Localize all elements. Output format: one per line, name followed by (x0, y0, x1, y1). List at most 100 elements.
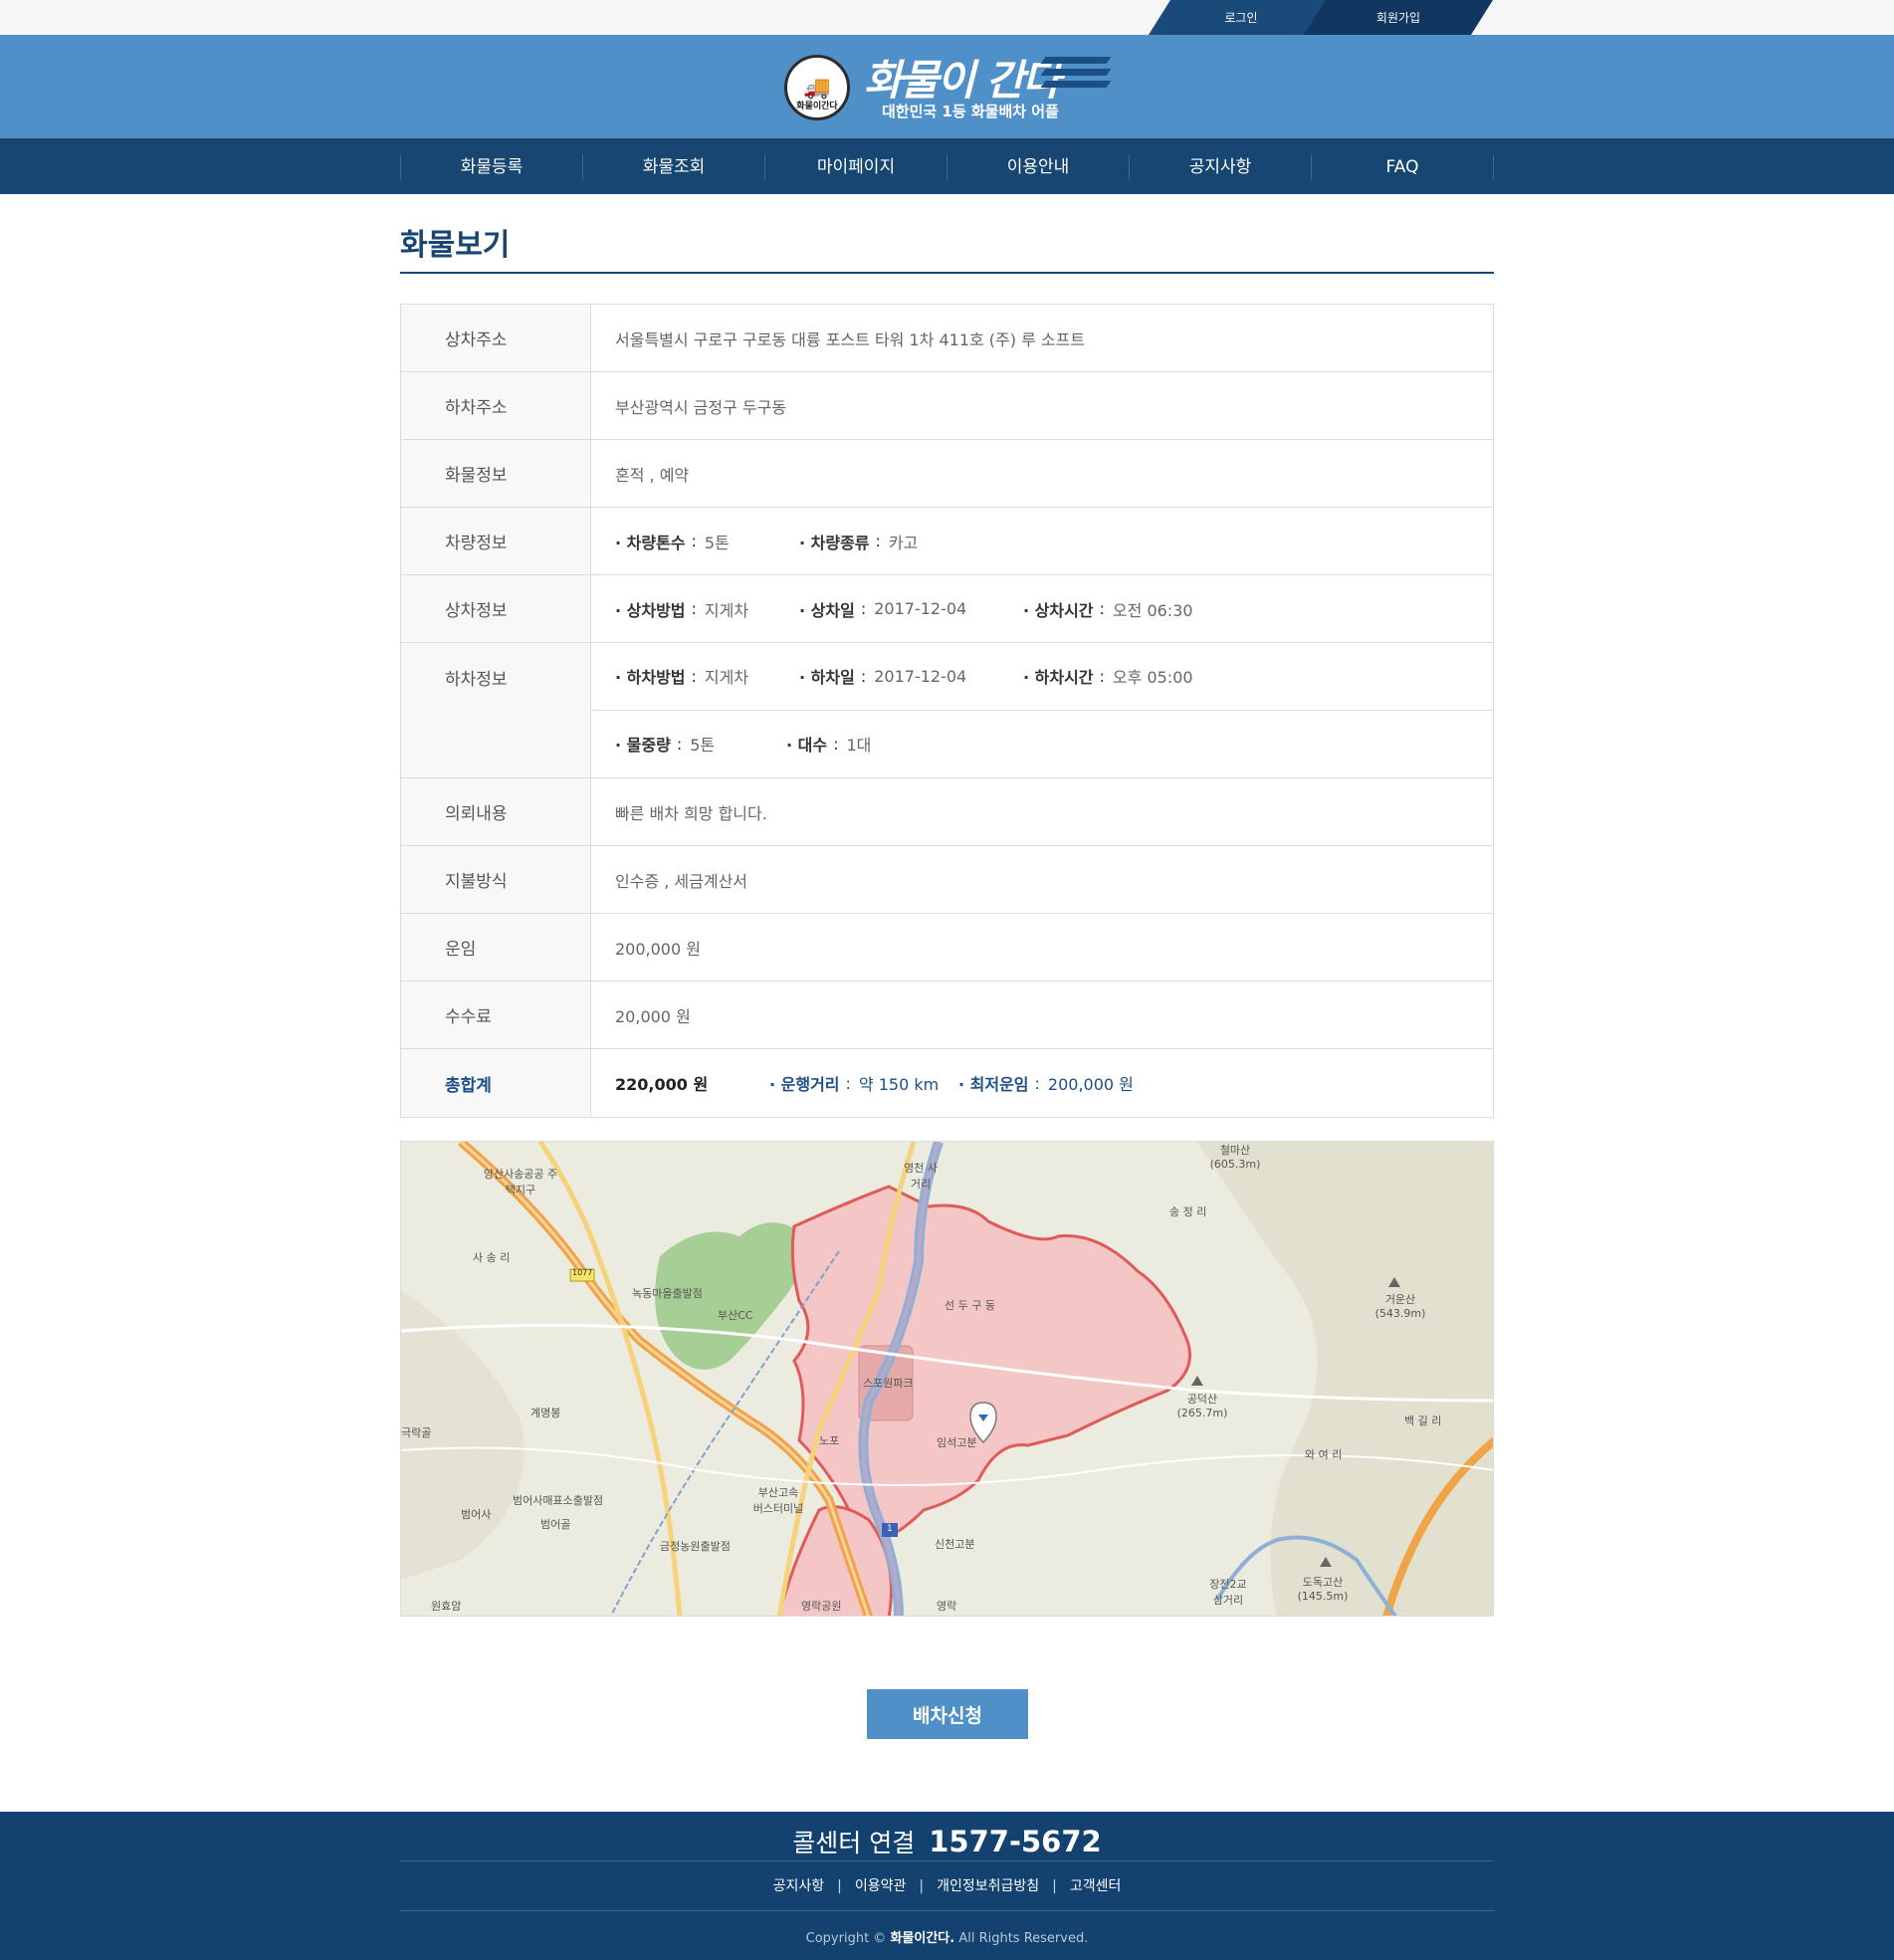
logo-mark-text: 화물이간다 (796, 102, 838, 111)
map-label: 임석고분 (937, 1436, 977, 1449)
map-label: 영락 (937, 1600, 957, 1613)
map-label: 원효암 (431, 1600, 462, 1613)
map-label: 백 길 리 (1404, 1415, 1442, 1427)
map-label: 장전2교 삼거리 (1209, 1578, 1247, 1607)
copyright: Copyright © 화물이간다. All Rights Reserved. (805, 1931, 1089, 1946)
row-label: 상차주소 (401, 305, 591, 371)
map-label: 영락공원 (801, 1600, 842, 1613)
map-label: 양산사송공공 주택지구 (483, 1168, 558, 1197)
pickup-date: · 상차일:2017-12-04 (799, 599, 967, 620)
drop-info: · 하차방법: 지게차 · 하차일:2017-12-04 · 하차시간: 오후 05… (591, 643, 1493, 777)
map-label: 신천고분 (935, 1538, 975, 1551)
page-title: 화물보기 (400, 228, 511, 263)
pickup-address-value: 서울특별시 구로구 구로동 대륭 포스트 타워 1차 411호 (주) 루 소프… (615, 329, 1086, 349)
map-label: 범어사매표소출발점 (513, 1494, 604, 1507)
login-link[interactable]: 로그인 (1149, 0, 1334, 35)
footer-link-notice[interactable]: 공지사항 (773, 1878, 825, 1894)
road-number: 1 (887, 1524, 893, 1534)
map-label: 부산고속 버스터미널 (752, 1486, 804, 1515)
payment-value: 인수증 , 세금계산서 (615, 871, 748, 891)
row-label: 수수료 (401, 981, 591, 1048)
table-row: 의뢰내용 빠른 배차 희망 합니다. (401, 778, 1493, 846)
pickup-method: · 상차방법: 지게차 (615, 599, 749, 620)
table-row-total: 총합계 220,000 원 · 운행거리: 약 150 km · 최저운임:200… (401, 1049, 1493, 1117)
title-divider (400, 272, 1494, 274)
drop-date: · 하차일:2017-12-04 (799, 666, 967, 688)
map-label: 거운산 (543.9m) (1374, 1293, 1426, 1320)
signup-link[interactable]: 회원가입 (1304, 0, 1493, 35)
pickup-info: · 상차방법: 지게차 · 상차일:2017-12-04 · 상차시간: 오전 06… (591, 575, 1493, 642)
nav-item-cargo-register[interactable]: 화물등록 (401, 154, 583, 180)
cargo-info-table: 상차주소 서울특별시 구로구 구로동 대륭 포스트 타워 1차 411호 (주)… (400, 304, 1494, 1118)
vehicle-tonnage: · 차량톤수:5톤 (615, 532, 730, 552)
map-label: 영천 사거리 (904, 1162, 938, 1191)
vehicle-info: · 차량톤수:5톤 · 차량종류: 카고 (591, 508, 1493, 574)
table-row: 화물정보 혼적 , 예약 (401, 440, 1493, 508)
footer-link-privacy[interactable]: 개인정보취급방침 (937, 1878, 1039, 1894)
map-label: 스포원파크 (863, 1377, 914, 1390)
table-row: 운임 200,000 원 (401, 914, 1493, 981)
drop-method: · 하차방법: 지게차 (615, 666, 749, 688)
nav-item-faq[interactable]: FAQ (1312, 154, 1494, 180)
table-row: 하차주소 부산광역시 금정구 두구동 (401, 372, 1493, 440)
fee-value: 20,000 원 (615, 1006, 691, 1026)
site-header: 🚚 화물이간다 화물이 간다 대한민국 1등 화물배차 어플 (0, 35, 1894, 138)
vehicle-type: · 차량종류: 카고 (799, 532, 919, 552)
logo-subtitle: 대한민국 1등 화물배차 어플 (882, 103, 1059, 120)
total-info: 220,000 원 · 운행거리: 약 150 km · 최저운임:200,000… (591, 1049, 1493, 1117)
nav-item-mypage[interactable]: 마이페이지 (765, 154, 947, 180)
cargo-info-value: 혼적 , 예약 (615, 465, 690, 485)
call-center-label: 콜센터 연결 (792, 1829, 916, 1857)
minimum-fare: · 최저운임:200,000 원 (958, 1073, 1134, 1095)
top-utility-bar: 로그인 회원가입 (0, 0, 1894, 35)
footer-link-terms[interactable]: 이용약관 (855, 1878, 907, 1894)
road-number: 1077 (572, 1268, 593, 1277)
logo-mark[interactable]: 🚚 화물이간다 (784, 55, 850, 120)
map-label: 와 여 리 (1305, 1448, 1343, 1461)
row-label: 상차정보 (401, 575, 591, 642)
footer-link-support[interactable]: 고객센터 (1070, 1878, 1122, 1894)
call-center: 콜센터 연결 1577-5672 (0, 1824, 1894, 1859)
table-row: 수수료 20,000 원 (401, 981, 1493, 1049)
logo-title[interactable]: 화물이 간다 (864, 47, 1061, 108)
table-row: 차량정보 · 차량톤수:5톤 · 차량종류: 카고 (401, 508, 1493, 575)
nav-item-notice[interactable]: 공지사항 (1130, 154, 1312, 180)
map-label: 선 두 구 동 (945, 1299, 995, 1312)
nav-item-cargo-search[interactable]: 화물조회 (583, 154, 765, 180)
map-label: 송 정 리 (1169, 1205, 1207, 1218)
table-row: 상차정보 · 상차방법: 지게차 · 상차일:2017-12-04 · 상차시간:… (401, 575, 1493, 643)
nav-item-guide[interactable]: 이용안내 (947, 154, 1130, 180)
row-label: 운임 (401, 914, 591, 980)
map-label: 범어골 (540, 1518, 571, 1531)
row-label: 하차주소 (401, 372, 591, 439)
route-map[interactable]: 양산사송공공 주택지구 사 송 리 영천 사거리 철마산 (605.3m) 송 … (400, 1141, 1494, 1617)
map-label: 범어사 (461, 1508, 492, 1521)
table-row: 상차주소 서울특별시 구로구 구로동 대륭 포스트 타워 1차 411호 (주)… (401, 305, 1493, 372)
request-value: 빠른 배차 희망 합니다. (615, 803, 767, 823)
map-label: 노포 (819, 1434, 840, 1447)
dispatch-request-button[interactable]: 배차신청 (867, 1689, 1028, 1739)
row-label: 지불방식 (401, 846, 591, 913)
pickup-time: · 상차시간: 오전 06:30 (1023, 599, 1193, 620)
map-label: 공덕산 (265.7m) (1176, 1393, 1228, 1419)
map-label: 극락골 (401, 1426, 432, 1439)
row-label: 화물정보 (401, 440, 591, 507)
table-row: 하차정보 · 하차방법: 지게차 · 하차일:2017-12-04 · 하차시간:… (401, 643, 1493, 778)
drop-address-value: 부산광역시 금정구 두구동 (615, 397, 787, 417)
copyright-brand: 화물이간다. (890, 1931, 955, 1946)
map-label: 금정농원출발점 (660, 1540, 731, 1553)
map-label: 철마산 (605.3m) (1209, 1144, 1261, 1171)
map-label: 사 송 리 (473, 1251, 511, 1264)
map-label: 도독고산 (145.5m) (1297, 1576, 1349, 1603)
distance: · 운행거리: 약 150 km (769, 1073, 940, 1095)
footer-divider (400, 1860, 1494, 1861)
map-label: 부산CC (718, 1309, 753, 1322)
row-label: 하차정보 (401, 643, 591, 777)
total-amount: 220,000 원 (615, 1075, 709, 1094)
drop-time: · 하차시간: 오후 05:00 (1023, 666, 1193, 688)
row-label: 총합계 (401, 1049, 591, 1117)
table-row: 지불방식 인수증 , 세금계산서 (401, 846, 1493, 914)
row-label: 의뢰내용 (401, 778, 591, 845)
vehicle-count: · 대수:1대 (786, 734, 872, 756)
call-center-number[interactable]: 1577-5672 (929, 1825, 1101, 1858)
